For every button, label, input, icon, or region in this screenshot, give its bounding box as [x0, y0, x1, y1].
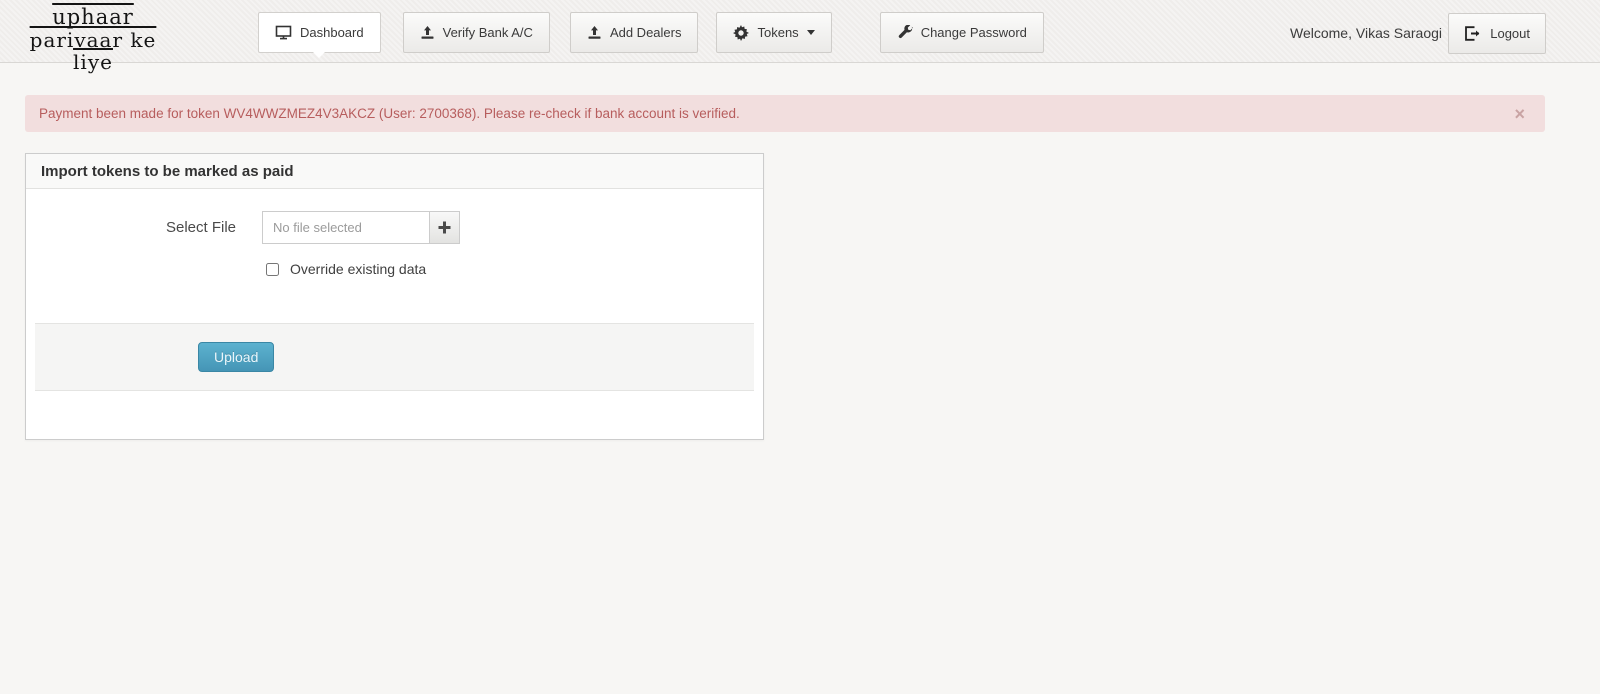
wrench-icon: [897, 24, 913, 41]
monitor-icon: [275, 25, 292, 40]
panel-title: Import tokens to be marked as paid: [41, 162, 294, 180]
app-logo[interactable]: uphaar parivaar ke liye: [18, 5, 168, 75]
logo-line-2: parivaar ke liye: [29, 28, 157, 75]
upload-icon: [420, 25, 435, 40]
nav-change-password-button[interactable]: Change Password: [879, 12, 1044, 53]
chevron-down-icon: [806, 30, 815, 39]
alert-message: Payment been made for token WV4WWZMEZ4V3…: [39, 106, 740, 121]
file-input-group: [262, 211, 460, 244]
nav-tokens-button[interactable]: Tokens: [716, 12, 832, 53]
logout-icon: [1464, 26, 1481, 41]
plus-icon: [438, 221, 451, 234]
nav-verify-bank-label: Verify Bank A/C: [442, 25, 533, 40]
select-file-row: Select File: [26, 189, 763, 244]
file-name-input[interactable]: [262, 211, 429, 244]
select-file-label: Select File: [165, 219, 236, 236]
nav-add-dealers-button[interactable]: Add Dealers: [569, 12, 699, 53]
nav-dashboard-label: Dashboard: [300, 25, 364, 40]
add-file-button[interactable]: [429, 211, 460, 244]
override-row: Override existing data: [26, 261, 763, 277]
logout-button[interactable]: Logout: [1448, 13, 1546, 54]
alert-banner: Payment been made for token WV4WWZMEZ4V3…: [25, 95, 1545, 132]
alert-close-icon[interactable]: ×: [1508, 103, 1531, 125]
logo-line-1: uphaar: [52, 5, 134, 29]
nav-tokens-label: Tokens: [757, 25, 799, 40]
logout-label: Logout: [1490, 26, 1530, 41]
nav-change-password-label: Change Password: [920, 25, 1027, 40]
panel-header: Import tokens to be marked as paid: [26, 154, 763, 189]
nav-verify-bank-button[interactable]: Verify Bank A/C: [402, 12, 550, 53]
top-header: uphaar parivaar ke liye Dashboard Verify: [0, 0, 1600, 73]
gear-icon: [733, 24, 750, 41]
welcome-text: Welcome, Vikas Saraogi: [1290, 25, 1442, 41]
nav-dashboard-button[interactable]: Dashboard: [258, 12, 381, 58]
upload-icon: [587, 25, 602, 40]
main-nav: Dashboard Verify Bank A/C Add Dealers To…: [258, 12, 1044, 58]
override-checkbox[interactable]: [266, 262, 279, 276]
upload-button[interactable]: Upload: [198, 342, 275, 372]
nav-add-dealers-label: Add Dealers: [609, 25, 682, 40]
import-tokens-panel: Import tokens to be marked as paid Selec…: [25, 153, 764, 440]
override-label: Override existing data: [290, 261, 427, 277]
panel-footer: Upload: [35, 323, 754, 391]
